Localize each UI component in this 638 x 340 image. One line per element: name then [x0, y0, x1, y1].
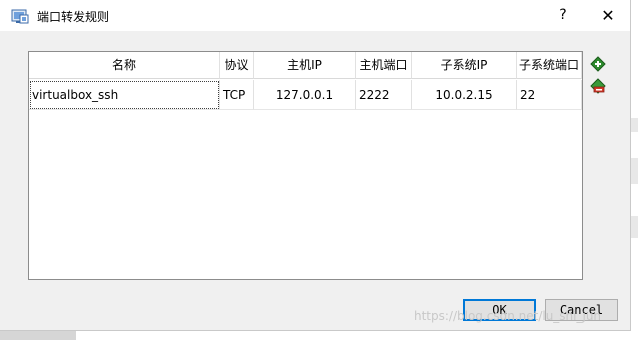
cell-host-ip[interactable]: 127.0.0.1 — [254, 80, 356, 110]
table-row[interactable]: virtualbox_ssh TCP 127.0.0.1 2222 10.0.2… — [29, 80, 582, 110]
port-forwarding-rules-table[interactable]: 名称 协议 主机IP 主机端口 子系统IP 子系统端口 virtualbox_s… — [28, 51, 583, 280]
column-header-guest-port[interactable]: 子系统端口 — [517, 52, 582, 79]
cancel-button[interactable]: Cancel — [545, 299, 618, 321]
column-header-host-ip[interactable]: 主机IP — [254, 52, 356, 79]
column-header-name[interactable]: 名称 — [29, 52, 220, 79]
background-window-edge — [630, 216, 638, 238]
cell-protocol[interactable]: TCP — [220, 80, 254, 110]
background-window-edge — [0, 330, 76, 340]
background-window-edge — [630, 158, 638, 184]
title-bar[interactable]: 端口转发规则 ? ✕ — [0, 0, 630, 31]
window-title: 端口转发规则 — [37, 10, 110, 24]
close-button[interactable]: ✕ — [591, 1, 625, 30]
table-header-row: 名称 协议 主机IP 主机端口 子系统IP 子系统端口 — [29, 52, 582, 79]
cell-guest-ip[interactable]: 10.0.2.15 — [412, 80, 517, 110]
column-header-host-port[interactable]: 主机端口 — [356, 52, 412, 79]
remove-rule-icon[interactable] — [589, 77, 607, 95]
help-button[interactable]: ? — [546, 1, 580, 30]
virtualbox-app-icon — [11, 7, 29, 25]
ok-button[interactable]: OK — [463, 299, 536, 321]
cell-name[interactable]: virtualbox_ssh — [29, 80, 220, 110]
port-forwarding-dialog: 端口转发规则 ? ✕ 名称 协议 主机IP 主机端口 子系统IP 子系统端口 v… — [0, 0, 631, 331]
cell-guest-port[interactable]: 22 — [517, 80, 582, 110]
add-rule-icon[interactable] — [589, 55, 607, 73]
cell-host-port[interactable]: 2222 — [356, 80, 412, 110]
column-header-guest-ip[interactable]: 子系统IP — [412, 52, 517, 79]
background-window-edge — [630, 118, 638, 132]
column-header-protocol[interactable]: 协议 — [220, 52, 254, 79]
